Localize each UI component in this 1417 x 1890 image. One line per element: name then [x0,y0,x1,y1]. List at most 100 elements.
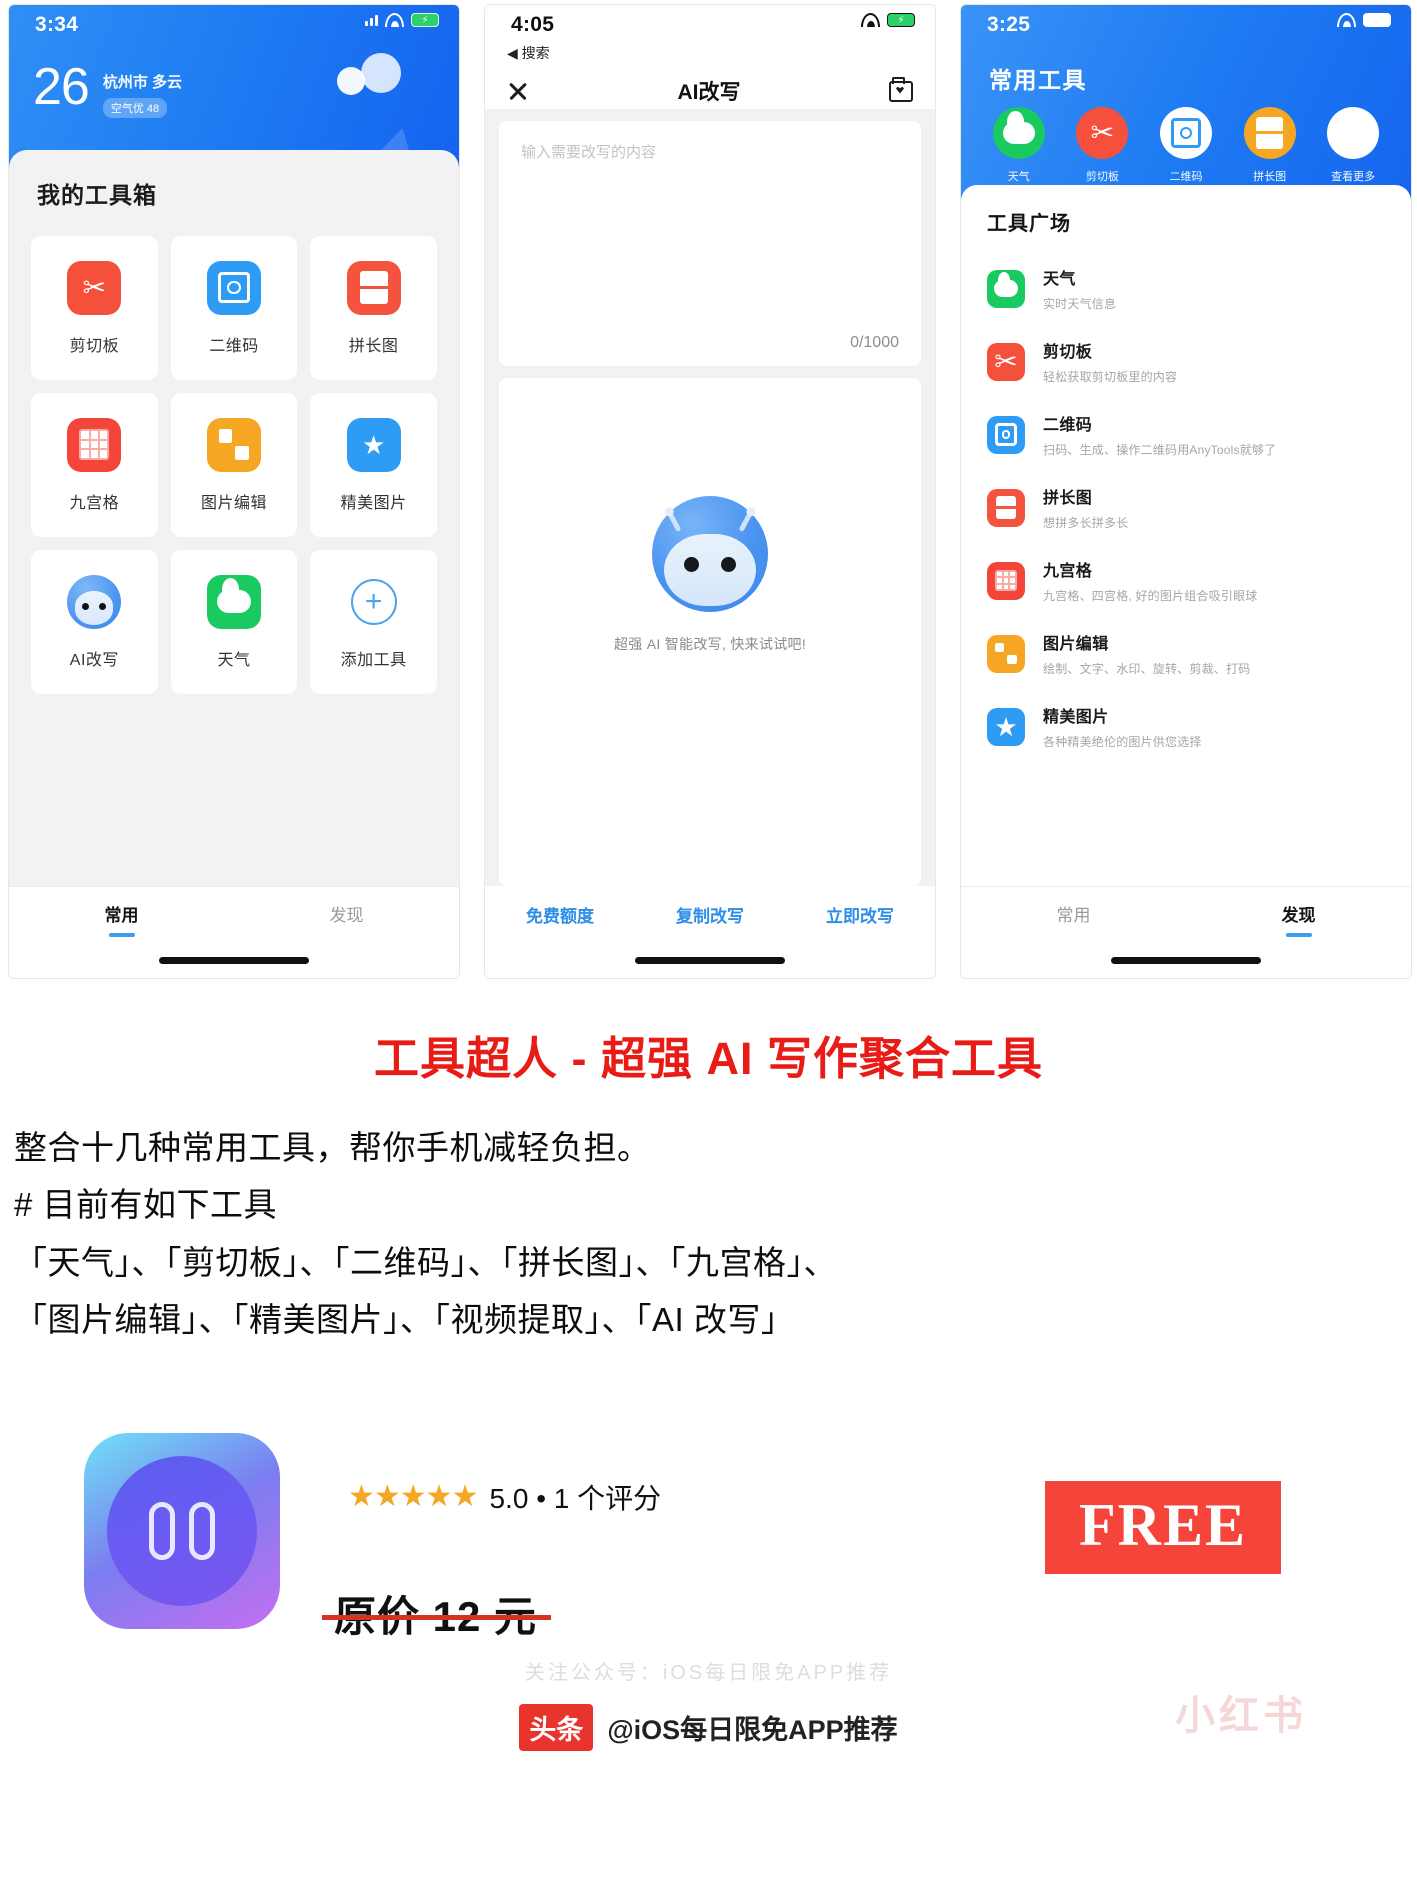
weather-aqi-badge: 空气优 48 [102,98,168,118]
toolbox-sheet: 我的工具箱 ✂ 剪切板 二维码 拼长图 九宫格 图片编辑 ★ 精美图片 AI改写 天气 + 添加工具 [9,150,459,978]
tool-list-item-desc: 扫码、生成、操作二维码用AnyTools就够了 [1043,443,1277,457]
weather-temperature: 26 [33,58,90,116]
bottom-tab-bar[interactable]: 常用 发现 [961,886,1411,978]
tool-card[interactable]: ★ 精美图片 [310,393,437,537]
status-bar: 4:05 ⚡ [485,5,935,51]
weather-icon-tile [206,574,261,629]
more-dots-icon: ⋯ [1340,119,1367,146]
qrcode-icon [1160,107,1212,159]
long-image-icon-tile [346,260,401,315]
rating-text: 5.0 • 1 个评分 [489,1482,662,1514]
close-icon[interactable] [507,80,529,102]
quick-tool-label: 拼长图 [1253,171,1287,183]
tool-card[interactable]: + 添加工具 [310,550,437,694]
rewrite-input[interactable]: 输入需要改写的内容 0/1000 [499,121,921,366]
rewrite-input-placeholder: 输入需要改写的内容 [521,144,657,161]
star-image-icon: ★ [362,429,386,460]
tool-list-item-text: 剪切板轻松获取剪切板里的内容 [1043,338,1177,385]
scissors-icon: ✂ [994,345,1018,377]
tool-list-item[interactable]: 天气 实时天气信息 [987,252,1385,325]
scissors-icon-tile: ✂ [67,260,122,315]
tool-card[interactable]: 九宫格 [31,393,158,537]
quick-tool[interactable]: ⋯ 查看更多 [1311,107,1395,184]
char-counter: 0/1000 [850,334,899,351]
tool-list-item-name: 剪切板 [1043,344,1093,361]
weather-city: 杭州市 多云 [102,74,183,91]
tab-active[interactable]: 发现 [1186,901,1411,926]
tool-card[interactable]: 拼长图 [310,236,437,380]
long-image-icon [1244,107,1296,159]
quick-tool[interactable]: 天气 [977,107,1061,184]
account-bar: 头条 @iOS每日限免APP推荐 [0,1693,1417,1763]
tool-list-item-name: 二维码 [1043,417,1093,434]
tool-list-item[interactable]: 二维码扫码、生成、操作二维码用AnyTools就够了 [987,398,1385,471]
tool-list-item[interactable]: 拼长图 想拼多长拼多长 [987,471,1385,544]
tool-list-item[interactable]: ✂ 剪切板轻松获取剪切板里的内容 [987,325,1385,398]
tool-list-item-text: 拼长图 想拼多长拼多长 [1043,484,1128,531]
quick-tool[interactable]: ✂ 剪切板 [1061,107,1145,184]
rewrite-action-button[interactable]: 复制改写 [635,902,785,927]
quick-tool-label: 查看更多 [1331,171,1376,183]
account-handle: @iOS每日限免APP推荐 [607,1715,898,1746]
tool-plaza-list: 天气实时天气信息 ✂ 剪切板轻松获取剪切板里的内容 二维码扫码、生成、操作二维码用An… [961,236,1411,763]
image-edit-icon-tile [987,634,1025,673]
promo-line-4: 「图片编辑」、「精美图片」、「视频提取」、「AI 改写」 [14,1301,795,1339]
tool-card-label: 拼长图 [348,337,399,355]
tool-list-item-name: 精美图片 [1043,709,1109,726]
rewrite-result-panel: 超强 AI 智能改写, 快来试试吧! [499,378,921,886]
tool-list-item-text: 九宫格 九宫格、四宫格, 好的图片组合吸引眼球 [1043,557,1257,604]
cloud-icon [337,53,401,95]
tool-list-item-text: 天气 实时天气信息 [1043,265,1116,312]
app-rating: ★★★★★ 5.0 • 1 个评分 [348,1477,661,1517]
grid-nine-icon-tile [67,417,122,472]
tool-list-item[interactable]: 图片编辑 绘制、文字、水印、旋转、剪裁、打码 [987,617,1385,690]
battery-icon [1363,13,1391,27]
battery-icon: ⚡ [887,13,915,27]
tool-plaza-title: 工具广场 [987,213,1071,235]
rewrite-action-button[interactable]: 免费额度 [485,902,635,927]
tab-inactive[interactable]: 常用 [961,901,1186,926]
folder-favorite-icon[interactable] [889,76,913,102]
tool-list-item-text: 二维码扫码、生成、操作二维码用AnyTools就够了 [1043,411,1276,458]
quick-tool[interactable]: 二维码 [1144,107,1228,184]
tool-list-item[interactable]: ★ 精美图片 各种精美绝伦的图片供您选择 [987,690,1385,763]
wifi-icon [385,13,404,27]
tool-card-label: 精美图片 [340,494,407,512]
tool-list-item-name: 拼长图 [1043,490,1093,507]
star-rating-icon: ★★★★★ [348,1480,478,1514]
status-time: 3:25 [987,13,1031,36]
promo-description: 整合十几种常用工具，帮你手机减轻负担。 # 目前有如下工具 「天气」、「剪切板」… [14,1121,1417,1347]
tool-card[interactable]: 二维码 [170,236,298,380]
long-image-icon [987,489,1025,527]
scissors-icon-circle: ✂ [1076,107,1129,159]
tool-list-item[interactable]: 九宫格 九宫格、四宫格, 好的图片组合吸引眼球 [987,544,1385,617]
rewrite-action-bar[interactable]: 免费额度 复制改写 立即改写 [485,886,935,978]
wifi-icon [1337,13,1356,27]
tool-card-label: 九宫格 [69,494,120,512]
weather-icon [207,575,261,629]
nav-title: AI改写 [677,81,741,104]
tool-card-label: AI改写 [69,651,119,669]
quick-tool[interactable]: 拼长图 [1228,107,1312,184]
quick-tools-row[interactable]: 天气 ✂ 剪切板 二维码 拼长图 ⋯ 查看更多 [961,107,1411,184]
tool-card-label: 剪切板 [69,337,120,355]
home-indicator [159,957,309,964]
qrcode-icon [987,416,1025,454]
tool-list-item-desc: 实时天气信息 [1043,297,1117,311]
star-image-icon-tile: ★ [346,417,401,472]
tool-list-item-desc: 轻松获取剪切板里的内容 [1043,370,1178,384]
bottom-tab-bar[interactable]: 常用 发现 [9,886,459,978]
more-dots-icon-circle: ⋯ [1327,107,1380,159]
tool-list-item-text: 图片编辑 绘制、文字、水印、旋转、剪裁、打码 [1043,630,1250,677]
qrcode-icon-circle [1159,107,1212,159]
app-footer: ★★★★★ 5.0 • 1 个评分 原价 12 元 FREE 小红书 关注公众号… [0,1432,1417,1763]
tab-active[interactable]: 常用 [9,901,234,926]
tool-card[interactable]: 天气 [170,550,298,694]
tool-list-item-name: 天气 [1043,271,1076,288]
app-icon-bar-left [149,1501,175,1560]
rewrite-action-button[interactable]: 立即改写 [785,902,935,927]
tool-card[interactable]: ✂ 剪切板 [31,236,158,380]
tool-card[interactable]: 图片编辑 [170,393,298,537]
tab-inactive[interactable]: 发现 [234,901,459,926]
tool-card[interactable]: AI改写 [31,550,158,694]
